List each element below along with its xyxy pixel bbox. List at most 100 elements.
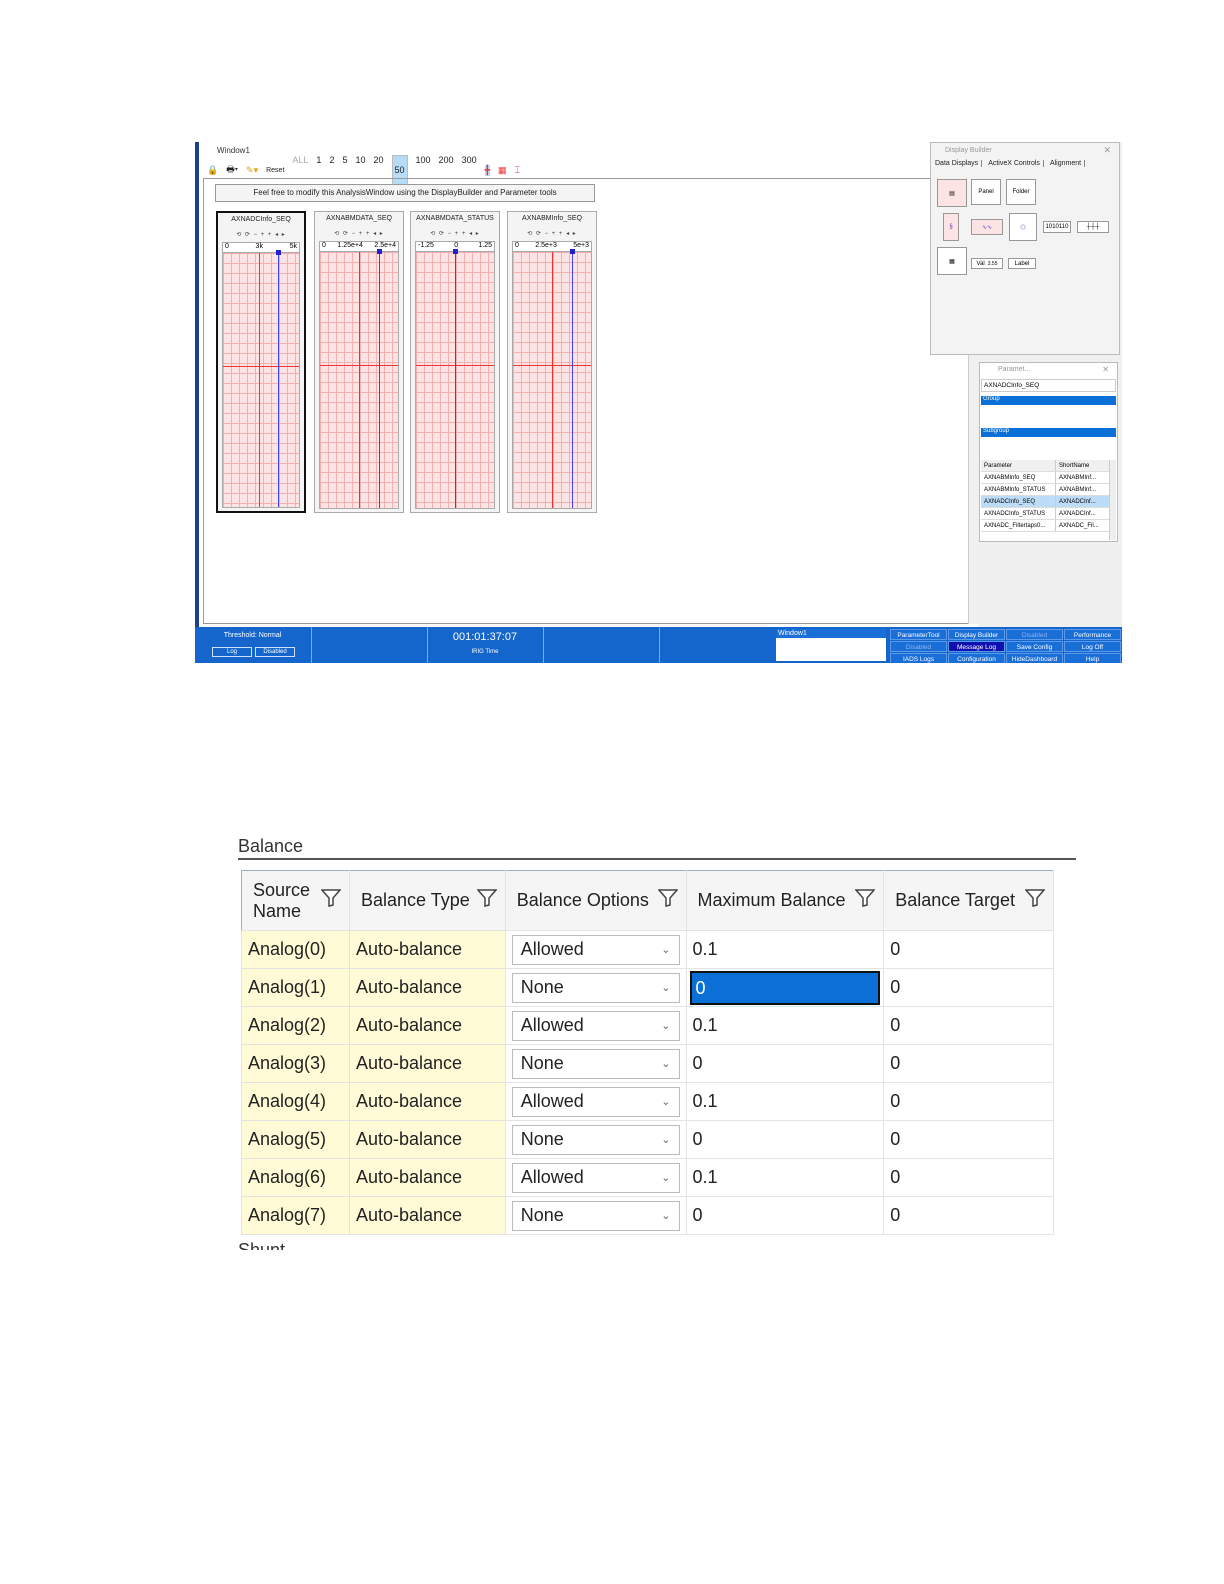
balance-target-cell[interactable]: 0 [883,930,1054,969]
strip-chart[interactable]: AXNABMDATA_SEQ ⟲ ⟳ − + + ◂ ▸ 0 1.25e+4 2.5… [314,211,404,513]
balance-options-select[interactable]: None ⌄ [511,1200,680,1231]
lock-icon[interactable]: 🔒 [207,165,218,176]
strip-chart[interactable]: AXNADCInfo_SEQ ⟲ ⟳ − + + ◂ ▸ 0 3k 5k [216,211,306,513]
parameter-row[interactable]: AXNADC_Filtertaps0... AXNADC_Fil... [981,520,1109,532]
balance-target-cell[interactable]: 0 [883,1196,1054,1235]
print-icon[interactable]: 🖶▾ [226,162,238,178]
strip-chart-icon[interactable]: ▤ [937,179,967,207]
parameter-row[interactable]: AXNABMInfo_STATUS AXNABMInf... [981,484,1109,496]
window-list-item[interactable]: Window1 [776,629,886,638]
parameter-cell: AXNABMInfo_STATUS [981,484,1056,495]
strip-chart-controls[interactable]: ⟲ ⟳ − + + ◂ ▸ [411,230,499,237]
balance-target-cell[interactable]: 0 [883,1082,1054,1121]
grid-icon[interactable]: ▦ [498,165,507,176]
filter-icon[interactable] [656,889,679,912]
balance-target-cell[interactable]: 0 [883,1006,1054,1045]
filter-icon[interactable] [1024,889,1046,912]
strip-chart-controls[interactable]: ⟲ ⟳ − + + ◂ ▸ [218,231,304,238]
dashboard-button-parametertool[interactable]: ParameterTool [890,629,947,640]
strip-axis: 0 3k 5k [222,242,300,252]
maximum-balance-cell[interactable]: 0.1 [685,1082,885,1121]
parameter-search-input[interactable]: AXNADCInfo_SEQ [981,379,1116,392]
dashboard-button-disabled[interactable]: Disabled [890,641,947,652]
maximum-balance-cell[interactable]: 0 [685,1120,885,1159]
parameter-row[interactable]: AXNADCInfo_SEQ AXNADCInf... [981,496,1109,508]
dashboard-button-display-builder[interactable]: Display Builder [948,629,1005,640]
maximum-balance-input[interactable]: 0 [689,970,881,1005]
filter-icon[interactable] [854,889,876,912]
xy-plot-icon[interactable]: ⬠ [1009,213,1037,241]
wave-plot-icon[interactable]: ∿∿ [971,219,1003,235]
maximum-balance-cell[interactable]: 0.1 [685,930,885,969]
close-icon[interactable]: ✕ [1102,365,1109,374]
column-header[interactable]: Maximum Balance [686,870,885,931]
parameter-row[interactable]: AXNABMInfo_SEQ AXNABMInf... [981,472,1109,484]
panel-item[interactable]: Panel [971,179,1001,205]
reset-button[interactable]: Reset [266,167,284,174]
balance-target-cell[interactable]: 0 [883,1158,1054,1197]
banner-button[interactable]: Feel free to modify this AnalysisWindow … [215,184,595,202]
vertical-wave-icon[interactable]: § [943,213,959,241]
tab-alignment[interactable]: Alignment [1050,160,1086,167]
table-icon[interactable]: ▦ [937,247,967,275]
balance-options-cell: Allowed ⌄ [504,1082,687,1121]
strip-chart-controls[interactable]: ⟲ ⟳ − + + ◂ ▸ [315,230,403,237]
strip-chart[interactable]: AXNABMInfo_SEQ ⟲ ⟳ − + + ◂ ▸ 0 2.5e+3 5e+3 [507,211,597,513]
pen-icon[interactable]: ✎▾ [246,165,258,176]
maximum-balance-cell[interactable]: 0.1 [685,1158,885,1197]
dashboard-button-iads-logs[interactable]: IADS Logs [890,653,947,663]
label-item[interactable]: Label [1008,258,1036,269]
tab-activex-controls[interactable]: ActiveX Controls [988,160,1044,167]
balance-target-cell[interactable]: 0 [883,1120,1054,1159]
strip-chart[interactable]: AXNABMDATA_STATUS ⟲ ⟳ − + + ◂ ▸ -1.25 0 1.… [410,211,500,513]
balance-options-select[interactable]: Allowed ⌄ [511,1162,680,1193]
axis-tick-label: 0 [515,242,519,249]
dashboard-button-save-config[interactable]: Save Config [1006,641,1063,652]
trace-marker [275,250,281,255]
balance-options-select[interactable]: Allowed ⌄ [511,1010,680,1041]
column-header[interactable]: Balance Options [505,870,687,931]
folder-item[interactable]: Folder [1006,179,1036,205]
slider-icon[interactable]: ┼┼┼ [1077,221,1109,233]
maximum-balance-cell[interactable]: 0 [685,1044,885,1083]
filter-icon[interactable] [476,889,498,912]
balance-options-select[interactable]: None ⌄ [511,972,680,1003]
log-button[interactable]: Log [212,647,252,657]
dashboard-button-configuration[interactable]: Configuration [948,653,1005,663]
group-header[interactable]: Group [981,396,1116,405]
maximum-balance-cell[interactable]: 0 [685,968,885,1007]
dashboard-button-disabled[interactable]: Disabled [1006,629,1063,640]
analysis-screenshot: Window1 🔒 🖶▾ ✎▾ Reset ALL 1 2 5 10 20 50 100 200… [195,142,1122,663]
parameter-header[interactable]: Parameter ShortName [981,460,1109,472]
window-list[interactable]: Window1 [776,629,886,661]
close-icon[interactable]: ✕ [1103,145,1111,156]
crosshair-icon[interactable]: ╋ [484,164,491,176]
subgroup-header[interactable]: Subgroup [981,428,1116,437]
dashboard-button-message-log[interactable]: Message Log [948,641,1005,652]
column-header[interactable]: Balance Target [883,870,1054,931]
disabled-button[interactable]: Disabled [255,647,295,657]
dashboard-button-performance[interactable]: Performance [1064,629,1121,640]
parameter-scrollbar[interactable] [1109,460,1116,540]
dashboard-button-log-off[interactable]: Log Off [1064,641,1121,652]
balance-target-cell[interactable]: 0 [883,1044,1054,1083]
value-item[interactable]: Val 3.55 [971,258,1003,269]
maximum-balance-cell[interactable]: 0 [685,1196,885,1235]
balance-options-select[interactable]: None ⌄ [511,1124,680,1155]
balance-options-select[interactable]: None ⌄ [511,1048,680,1079]
balance-options-select[interactable]: Allowed ⌄ [511,934,680,965]
bits-item[interactable]: 1010110 [1043,221,1071,233]
cursor-icon[interactable]: ⌶ [515,165,520,176]
filter-icon[interactable] [320,889,342,912]
parameter-cell: AXNABMInfo_SEQ [981,472,1056,483]
column-header[interactable]: Balance Type [349,870,506,931]
maximum-balance-cell[interactable]: 0.1 [685,1006,885,1045]
tab-data-displays[interactable]: Data Displays [935,160,983,167]
dashboard-button-hidedashboard[interactable]: HideDashboard [1006,653,1063,663]
balance-options-select[interactable]: Allowed ⌄ [511,1086,680,1117]
parameter-row[interactable]: AXNADCInfo_STATUS AXNADCInf... [981,508,1109,520]
strip-chart-controls[interactable]: ⟲ ⟳ − + + ◂ ▸ [508,230,596,237]
column-header[interactable]: Source Name [241,870,350,931]
balance-target-cell[interactable]: 0 [883,968,1054,1007]
dashboard-button-help[interactable]: Help [1064,653,1121,663]
